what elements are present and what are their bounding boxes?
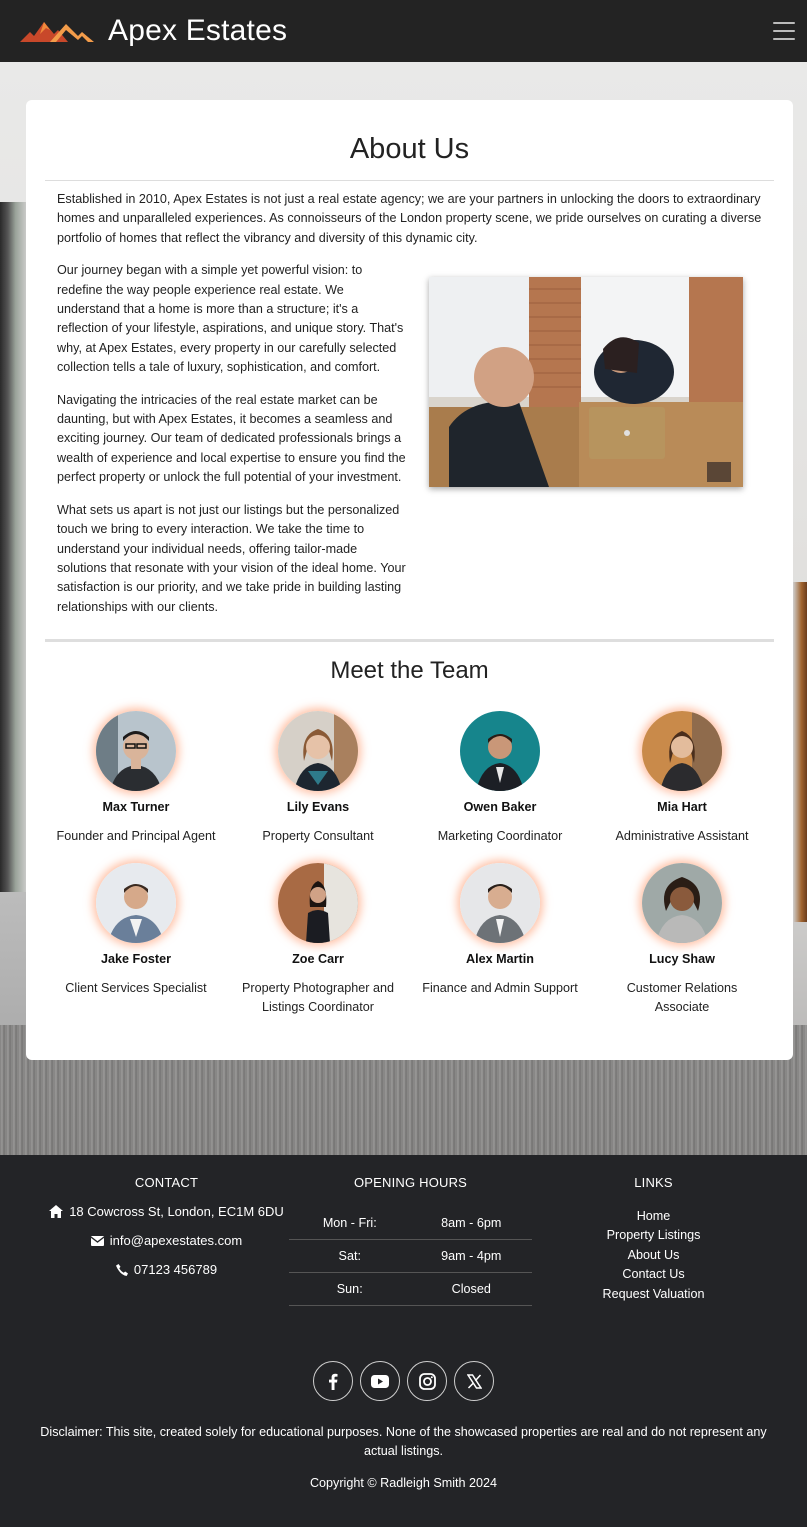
footer-links: LINKS Home Property Listings About Us Co…: [532, 1175, 775, 1306]
footer-link-request-valuation[interactable]: Request Valuation: [532, 1285, 775, 1304]
home-icon: [49, 1205, 64, 1218]
hours-day: Sat:: [338, 1249, 361, 1263]
team-member-avatar: [642, 862, 722, 943]
team-member: Jake Foster Client Services Specialist: [45, 862, 227, 1018]
team-member-role: Finance and Admin Support: [422, 980, 578, 995]
about-card: About Us Established in 2010, Apex Estat…: [26, 100, 793, 1060]
footer-contact-heading: CONTACT: [134, 1175, 199, 1190]
hero-background: About Us Established in 2010, Apex Estat…: [0, 62, 807, 1155]
team-member-role: Client Services Specialist: [65, 980, 207, 995]
hamburger-menu-icon[interactable]: [773, 22, 795, 40]
team-member-name: Owen Baker: [463, 800, 537, 815]
team-member-name: Jake Foster: [100, 951, 171, 966]
background-window: [0, 202, 26, 902]
youtube-icon[interactable]: [360, 1361, 400, 1401]
hours-day: Sun:: [336, 1282, 363, 1296]
office-meeting-image: [429, 277, 743, 488]
footer-address-text: 18 Cowcross St, London, EC1M 6DU: [69, 1204, 284, 1219]
about-paragraph: Navigating the intricacies of the real e…: [57, 392, 406, 485]
footer-links-list: Home Property Listings About Us Contact …: [532, 1207, 775, 1304]
hours-time: 8am - 6pm: [441, 1216, 502, 1230]
footer-address: 18 Cowcross St, London, EC1M 6DU: [44, 1204, 289, 1219]
x-icon[interactable]: [454, 1361, 494, 1401]
footer-link-about-us[interactable]: About Us: [532, 1246, 775, 1265]
team-member-role: Customer Relations Associate: [626, 980, 738, 1014]
team-member: Zoe Carr Property Photographer and Listi…: [227, 862, 409, 1018]
team-member-name: Lily Evans: [286, 800, 350, 815]
phone-icon: [115, 1263, 128, 1276]
about-row: Our journey began with a simple yet powe…: [45, 261, 774, 630]
background-window-right: [793, 582, 807, 922]
team-member-role: Marketing Coordinator: [437, 829, 563, 844]
footer-columns: CONTACT 18 Cowcross St, London, EC1M 6DU…: [0, 1175, 807, 1306]
team-member-role: Property Consultant: [262, 829, 374, 844]
team-member: Lucy Shaw Customer Relations Associate: [591, 862, 773, 1018]
brand-name: Apex Estates: [108, 14, 288, 47]
mountain-logo-icon: [20, 22, 94, 42]
brand-link[interactable]: Apex Estates: [20, 14, 287, 48]
footer-hours-heading: OPENING HOURS: [353, 1175, 468, 1190]
team-member: Owen Baker Marketing Coordinator: [409, 711, 591, 846]
team-member-avatar: [96, 711, 176, 792]
about-paragraph: Our journey began with a simple yet powe…: [57, 263, 404, 375]
footer-phone-text[interactable]: 07123 456789: [134, 1262, 217, 1277]
hours-time: 9am - 4pm: [441, 1249, 502, 1263]
footer-contact: CONTACT 18 Cowcross St, London, EC1M 6DU…: [44, 1175, 289, 1306]
team-member-name: Zoe Carr: [292, 951, 344, 966]
footer-disclaimer: Disclaimer: This site, created solely fo…: [40, 1425, 767, 1459]
team-section-title: Meet the Team: [330, 657, 489, 685]
team-member-avatar: [460, 711, 540, 792]
footer-link-home[interactable]: Home: [532, 1207, 775, 1226]
social-links: [0, 1361, 807, 1401]
footer-copyright: Copyright © Radleigh Smith 2024: [309, 1475, 498, 1490]
footer-link-property-listings[interactable]: Property Listings: [532, 1226, 775, 1245]
team-member-avatar: [278, 862, 358, 943]
hours-time: Closed: [451, 1282, 491, 1296]
hours-row: Sun: Closed: [289, 1273, 532, 1306]
about-paragraph: What sets us apart is not just our listi…: [57, 502, 406, 614]
about-intro: Established in 2010, Apex Estates is not…: [57, 192, 762, 245]
team-member-avatar: [460, 862, 540, 943]
instagram-icon[interactable]: [407, 1361, 447, 1401]
team-member-avatar: [96, 862, 176, 943]
team-member: Mia Hart Administrative Assistant: [591, 711, 773, 846]
team-grid: Max Turner Founder and Principal Agent L…: [45, 711, 774, 1017]
hours-row: Sat: 9am - 4pm: [289, 1240, 532, 1273]
team-member: Alex Martin Finance and Admin Support: [409, 862, 591, 1018]
team-member-avatar: [642, 711, 722, 792]
footer-email[interactable]: info@apexestates.com: [44, 1233, 289, 1248]
footer-phone[interactable]: 07123 456789: [44, 1262, 289, 1277]
page-title: About Us: [45, 100, 774, 181]
hours-day: Mon - Fri:: [322, 1216, 377, 1230]
team-member-name: Lucy Shaw: [649, 951, 715, 966]
hours-row: Mon - Fri: 8am - 6pm: [289, 1207, 532, 1240]
team-member-name: Max Turner: [102, 800, 170, 815]
team-member-name: Mia Hart: [657, 800, 707, 815]
team-member-role: Property Photographer and Listings Coord…: [242, 980, 394, 1014]
team-member-name: Alex Martin: [466, 951, 534, 966]
footer-hours: OPENING HOURS Mon - Fri: 8am - 6pm Sat: …: [289, 1175, 532, 1306]
footer-link-contact-us[interactable]: Contact Us: [532, 1265, 775, 1284]
footer-email-text[interactable]: info@apexestates.com: [110, 1233, 242, 1248]
team-member-avatar: [278, 711, 358, 792]
footer: CONTACT 18 Cowcross St, London, EC1M 6DU…: [0, 1155, 807, 1527]
footer-links-heading: LINKS: [634, 1175, 673, 1190]
navbar: Apex Estates: [0, 0, 807, 62]
team-member-role: Administrative Assistant: [615, 829, 749, 844]
team-member: Lily Evans Property Consultant: [227, 711, 409, 846]
opening-hours-table: Mon - Fri: 8am - 6pm Sat: 9am - 4pm Sun:…: [289, 1207, 532, 1306]
facebook-icon[interactable]: [313, 1361, 353, 1401]
envelope-icon: [90, 1235, 104, 1246]
team-member-role: Founder and Principal Agent: [56, 829, 216, 844]
about-text: Our journey began with a simple yet powe…: [57, 261, 409, 630]
team-member: Max Turner Founder and Principal Agent: [45, 711, 227, 846]
